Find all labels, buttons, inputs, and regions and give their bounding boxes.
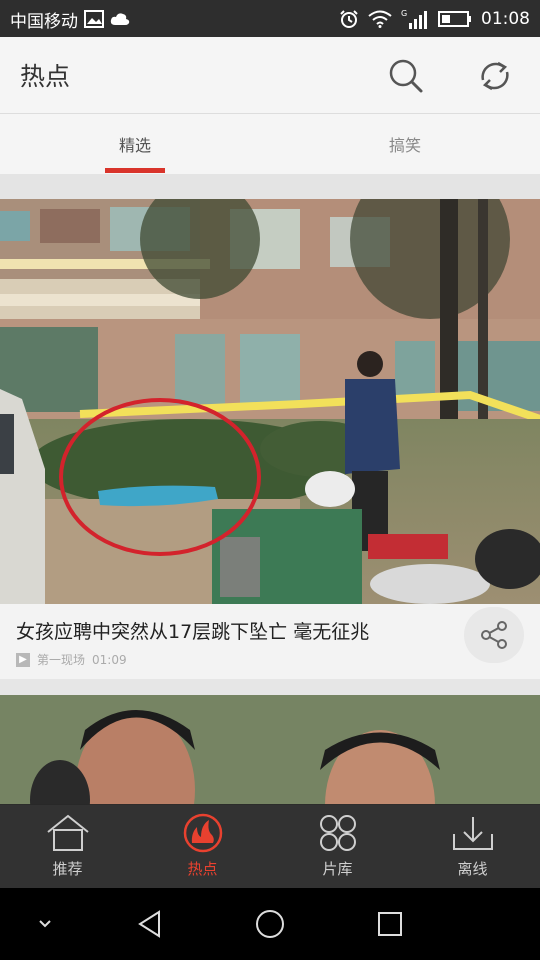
nav-library[interactable]: 片库 <box>270 804 405 888</box>
recents-button[interactable] <box>365 904 415 944</box>
home-icon <box>46 814 89 851</box>
nav-offline[interactable]: 离线 <box>405 804 540 888</box>
back-button[interactable] <box>125 904 175 944</box>
tab-funny[interactable]: 搞笑 <box>335 114 475 174</box>
signal-icon: G <box>401 8 429 30</box>
recents-icon <box>378 912 402 936</box>
news-duration: 01:09 <box>92 652 127 667</box>
battery-icon <box>438 10 472 28</box>
news-thumbnail-2[interactable] <box>0 695 540 805</box>
image-icon <box>84 10 104 28</box>
home-circle-icon <box>256 910 284 938</box>
tab-featured-label: 精选 <box>118 136 151 155</box>
app-header: 热点 <box>0 37 540 114</box>
active-tab-indicator <box>105 168 165 173</box>
bottom-nav: 推荐 热点 片库 离线 <box>0 804 540 888</box>
tab-bar: 精选 搞笑 <box>0 114 540 174</box>
news-meta: ▶ 第一现场 01:09 <box>16 651 127 668</box>
nav-hot[interactable]: 热点 <box>135 804 270 888</box>
collapse-button[interactable] <box>20 904 70 944</box>
tab-featured[interactable]: 精选 <box>65 114 205 174</box>
nav-recommend-label: 推荐 <box>52 860 83 878</box>
feed-separator <box>0 174 540 199</box>
home-button[interactable] <box>245 904 295 944</box>
alarm-icon <box>339 9 359 29</box>
share-icon <box>481 621 507 649</box>
nav-hot-label: 热点 <box>187 860 218 878</box>
carrier-label: 中国移动 <box>10 11 78 32</box>
nav-offline-label: 离线 <box>457 860 488 878</box>
news-thumbnail[interactable] <box>0 199 540 604</box>
news-title[interactable]: 女孩应聘中突然从17层跳下坠亡 毫无征兆 <box>16 617 456 644</box>
back-icon <box>138 910 160 938</box>
chevron-down-icon <box>39 920 51 928</box>
status-time: 01:08 <box>481 9 530 29</box>
play-icon: ▶ <box>16 652 30 667</box>
system-nav-bar <box>0 888 540 960</box>
search-button[interactable] <box>386 56 426 96</box>
tab-funny-label: 搞笑 <box>388 136 421 155</box>
grid-icon <box>319 815 356 851</box>
network-type-label: G <box>401 9 407 18</box>
nav-recommend[interactable]: 推荐 <box>0 804 135 888</box>
nav-library-label: 片库 <box>322 860 353 878</box>
page-title: 热点 <box>20 62 71 91</box>
refresh-icon <box>481 61 509 91</box>
wifi-icon <box>368 10 392 28</box>
download-icon <box>452 817 493 850</box>
flame-icon <box>183 813 222 853</box>
share-button[interactable] <box>464 607 524 663</box>
search-icon <box>389 59 423 93</box>
news-source: 第一现场 <box>37 653 86 667</box>
status-bar: 中国移动 G 01:08 <box>0 0 540 37</box>
news-card[interactable]: 女孩应聘中突然从17层跳下坠亡 毫无征兆 ▶ 第一现场 01:09 <box>0 199 540 679</box>
refresh-button[interactable] <box>475 56 515 96</box>
cloud-icon <box>110 12 130 26</box>
